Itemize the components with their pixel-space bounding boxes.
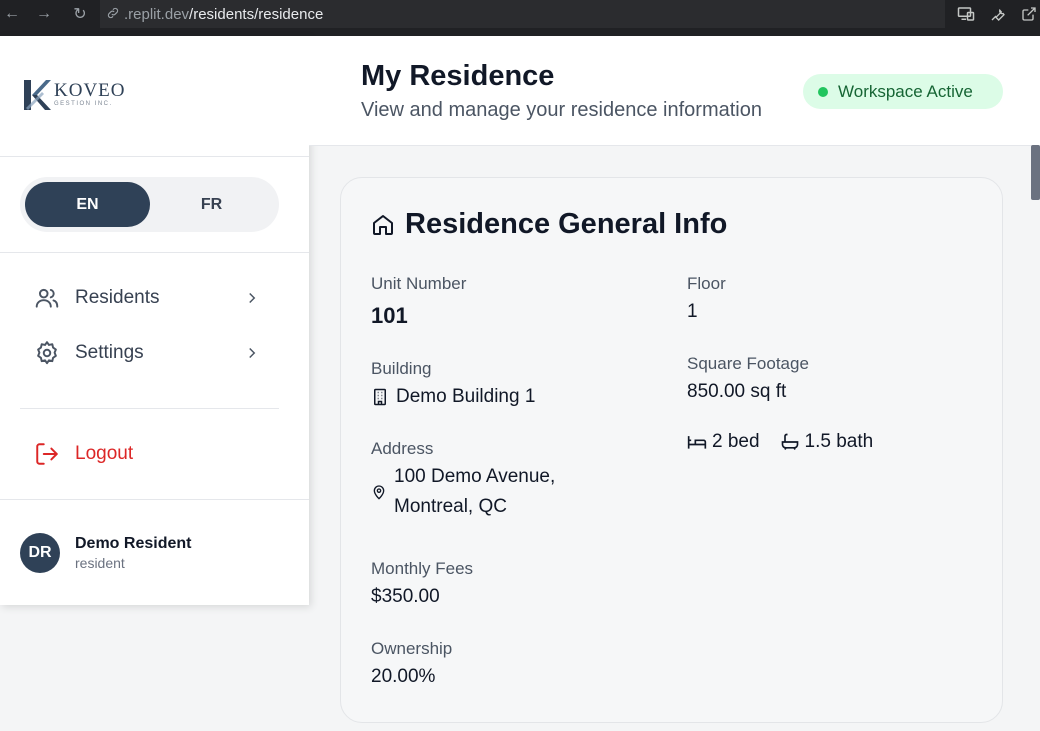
address-label: Address <box>371 439 434 458</box>
address-bar[interactable]: .replit.dev/residents/residence <box>100 0 945 28</box>
square-footage-value: 850.00 sq ft <box>687 381 787 402</box>
user-role: resident <box>75 555 125 571</box>
scrollbar-thumb[interactable] <box>1031 145 1040 200</box>
bed-bath-info: 2 bed 1.5 bath <box>687 431 873 453</box>
koveo-logo-mark <box>24 80 51 110</box>
map-pin-icon <box>373 485 385 500</box>
baths-value: 1.5 bath <box>804 431 874 452</box>
building-value: Demo Building 1 <box>371 386 535 408</box>
monthly-fees-label: Monthly Fees <box>371 559 474 578</box>
page-header: My Residence View and manage your reside… <box>309 36 1040 146</box>
bed-icon <box>687 436 707 449</box>
url-domain: .replit.dev <box>124 5 190 23</box>
page-title: My Residence <box>361 60 555 92</box>
building-name: Demo Building 1 <box>396 386 536 407</box>
page-subtitle: View and manage your residence informati… <box>361 99 762 121</box>
square-footage-label: Square Footage <box>687 354 809 373</box>
divider <box>0 252 309 253</box>
status-badge: Workspace Active <box>803 74 1003 109</box>
reload-icon[interactable]: ↻ <box>68 0 92 28</box>
floor-label: Floor <box>687 274 726 293</box>
chevron-right-icon <box>249 347 256 359</box>
users-icon <box>34 285 60 311</box>
avatar: DR <box>20 533 60 573</box>
divider <box>0 499 309 500</box>
divider <box>0 156 309 157</box>
sidebar-item-label: Residents <box>75 287 160 308</box>
user-profile[interactable]: DR Demo Resident resident <box>20 533 191 573</box>
ownership-value: 20.00% <box>371 666 436 687</box>
sidebar: KOVEO GESTION INC. EN FR Residents Setti… <box>0 36 309 605</box>
browser-toolbar: ← → ↻ .replit.dev/residents/residence <box>0 0 1040 36</box>
language-toggle: EN FR <box>20 177 279 232</box>
link-icon <box>106 6 120 23</box>
status-dot <box>818 86 828 97</box>
building-label: Building <box>371 359 432 378</box>
home-icon <box>373 214 393 235</box>
residence-info-card: Residence General Info Unit Number 101 B… <box>340 177 1003 723</box>
sidebar-item-label: Settings <box>75 342 144 363</box>
status-text: Workspace Active <box>838 81 973 101</box>
language-en-button[interactable]: EN <box>25 182 150 227</box>
user-name: Demo Resident <box>75 535 192 552</box>
sidebar-item-settings[interactable]: Settings <box>34 335 269 371</box>
sidebar-item-residents[interactable]: Residents <box>34 280 269 316</box>
divider <box>20 408 279 409</box>
language-fr-button[interactable]: FR <box>149 182 274 227</box>
gear-icon <box>34 340 60 366</box>
back-icon[interactable]: ← <box>0 0 24 28</box>
card-title: Residence General Info <box>371 208 727 241</box>
address-line-1: 100 Demo Avenue, <box>394 466 556 487</box>
ownership-label: Ownership <box>371 639 453 658</box>
unit-number-value: 101 <box>371 303 408 328</box>
bath-icon <box>781 433 798 450</box>
devices-icon[interactable] <box>955 3 977 25</box>
beds-value: 2 bed <box>712 431 760 452</box>
external-link-icon[interactable] <box>1018 3 1040 25</box>
chevron-right-icon <box>249 292 256 304</box>
building-icon <box>374 388 386 406</box>
unit-number-label: Unit Number <box>371 274 467 293</box>
url-path: /residents/residence <box>189 5 324 23</box>
address-value: 100 Demo Avenue, Montreal, QC <box>394 462 555 522</box>
logo-wordmark: KOVEO <box>54 80 126 101</box>
forward-icon[interactable]: → <box>32 0 56 28</box>
logout-icon <box>34 441 60 467</box>
wrench-icon[interactable] <box>987 3 1009 25</box>
monthly-fees-value: $350.00 <box>371 586 440 607</box>
koveo-logo[interactable]: KOVEO GESTION INC. <box>22 78 126 112</box>
logo-subtitle: GESTION INC. <box>54 101 113 107</box>
card-title-text: Residence General Info <box>405 208 728 240</box>
logout-label: Logout <box>75 443 134 464</box>
floor-value: 1 <box>687 301 698 322</box>
logout-button[interactable]: Logout <box>34 436 269 472</box>
address-line-2: Montreal, QC <box>394 496 507 517</box>
